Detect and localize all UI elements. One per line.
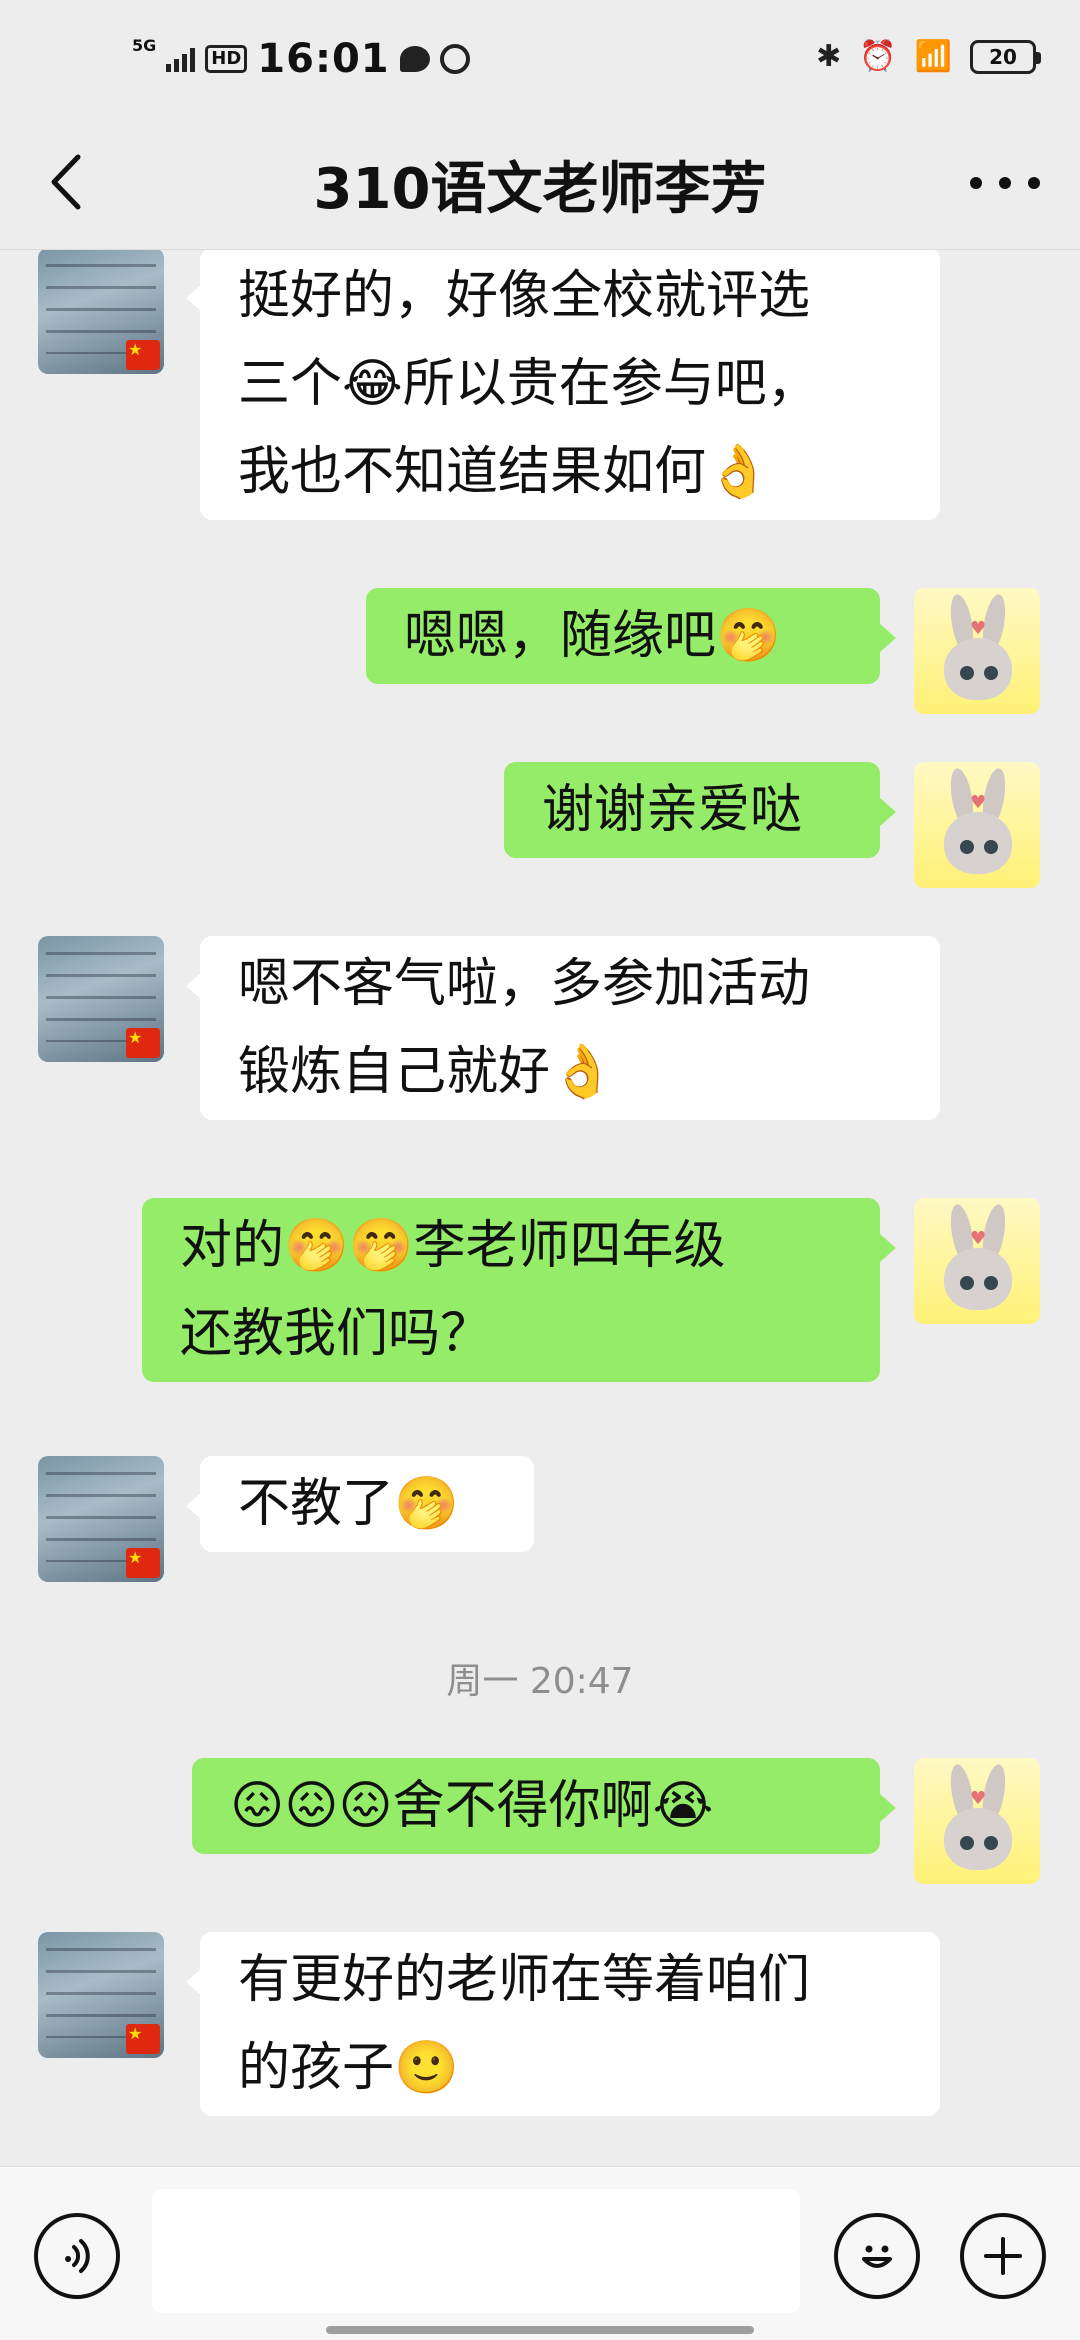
chat-messages[interactable]: ★ 挺好的，好像全校就评选 三个😂所以贵在参与吧， 我也不知道结果如何👌 嗯嗯，… — [0, 250, 1080, 2166]
dot-icon — [1028, 177, 1040, 189]
china-flag-icon: ★ — [126, 1028, 160, 1058]
network-label: 5G — [132, 35, 157, 55]
message-line: 的孩子🙂 — [238, 2038, 459, 2098]
more-functions-button[interactable] — [960, 2213, 1046, 2299]
message-notification-icon — [399, 46, 430, 72]
message-line: 嗯嗯，随缘吧🤭 — [404, 606, 781, 666]
message-line: 三个😂所以贵在参与吧， — [238, 354, 819, 414]
dot-icon — [970, 177, 982, 189]
message-bubble-incoming[interactable]: 挺好的，好像全校就评选 三个😂所以贵在参与吧， 我也不知道结果如何👌 — [186, 250, 940, 520]
message-line: 有更好的老师在等着咱们 — [238, 1950, 811, 2010]
message-line: 还教我们吗？ — [180, 1304, 493, 1364]
voice-icon — [65, 2239, 90, 2273]
message-bubble-incoming[interactable]: 不教了🤭 — [186, 1456, 534, 1552]
message-line: 谢谢亲爱哒 — [542, 780, 803, 840]
status-time: 16:01 — [257, 36, 390, 82]
more-options-button[interactable] — [970, 168, 1040, 198]
message-input[interactable] — [152, 2189, 800, 2313]
status-right: ✱ ⏰ 📶 20 — [816, 39, 1041, 74]
input-bar — [0, 2166, 1080, 2340]
message-bubble-outgoing[interactable]: 😖😖😖舍不得你啊😭 — [192, 1758, 896, 1854]
teacher-avatar[interactable]: ★ — [38, 1932, 164, 2058]
message-line: 锻炼自己就好👌 — [238, 1042, 615, 1102]
chat-header: 310语文老师李芳 — [0, 118, 1080, 250]
app-notification-icon — [439, 44, 470, 74]
china-flag-icon: ★ — [126, 2024, 160, 2054]
my-avatar[interactable]: ♥ — [914, 1198, 1040, 1324]
dot-icon — [999, 177, 1011, 189]
message-bubble-outgoing[interactable]: 对的🤭🤭李老师四年级 还教我们吗？ — [142, 1198, 896, 1382]
china-flag-icon: ★ — [126, 340, 160, 370]
my-avatar[interactable]: ♥ — [914, 1758, 1040, 1884]
message-bubble-incoming[interactable]: 有更好的老师在等着咱们 的孩子🙂 — [186, 1932, 940, 2116]
status-left: 5G HD 16:01 — [132, 36, 470, 82]
china-flag-icon: ★ — [126, 1548, 160, 1578]
teacher-avatar[interactable]: ★ — [38, 1456, 164, 1582]
message-line: 我也不知道结果如何👌 — [238, 442, 771, 502]
battery-icon: 20 — [970, 40, 1041, 74]
message-bubble-outgoing[interactable]: 谢谢亲爱哒 — [504, 762, 896, 858]
message-line: 对的🤭🤭李老师四年级 — [180, 1216, 726, 1276]
teacher-avatar[interactable]: ★ — [38, 936, 164, 1062]
smiley-icon — [862, 2245, 892, 2268]
bluetooth-icon: ✱ — [816, 39, 842, 74]
emoji-button[interactable] — [834, 2213, 920, 2299]
chat-title: 310语文老师李芳 — [313, 157, 767, 222]
message-line: 挺好的，好像全校就评选 — [238, 266, 811, 326]
voice-input-button[interactable] — [34, 2213, 120, 2299]
message-timestamp: 周一 20:47 — [446, 1661, 634, 1702]
message-line: 嗯不客气啦，多参加活动 — [238, 954, 811, 1014]
status-bar: 5G HD 16:01 ✱ ⏰ 📶 20 — [0, 0, 1080, 118]
message-line: 😖😖😖舍不得你啊😭 — [230, 1776, 714, 1836]
message-bubble-incoming[interactable]: 嗯不客气啦，多参加活动 锻炼自己就好👌 — [186, 936, 940, 1120]
teacher-avatar[interactable]: ★ — [38, 250, 164, 374]
my-avatar[interactable]: ♥ — [914, 762, 1040, 888]
my-avatar[interactable]: ♥ — [914, 588, 1040, 714]
home-indicator[interactable] — [326, 2326, 754, 2334]
wifi-icon: 📶 — [914, 39, 952, 74]
message-line: 不教了🤭 — [238, 1474, 459, 1534]
alarm-icon: ⏰ — [859, 39, 897, 74]
signal-icon — [166, 46, 196, 72]
battery-level: 20 — [989, 45, 1017, 69]
hd-badge: HD — [205, 45, 248, 73]
message-bubble-outgoing[interactable]: 嗯嗯，随缘吧🤭 — [366, 588, 896, 684]
plus-icon — [984, 2237, 1022, 2275]
